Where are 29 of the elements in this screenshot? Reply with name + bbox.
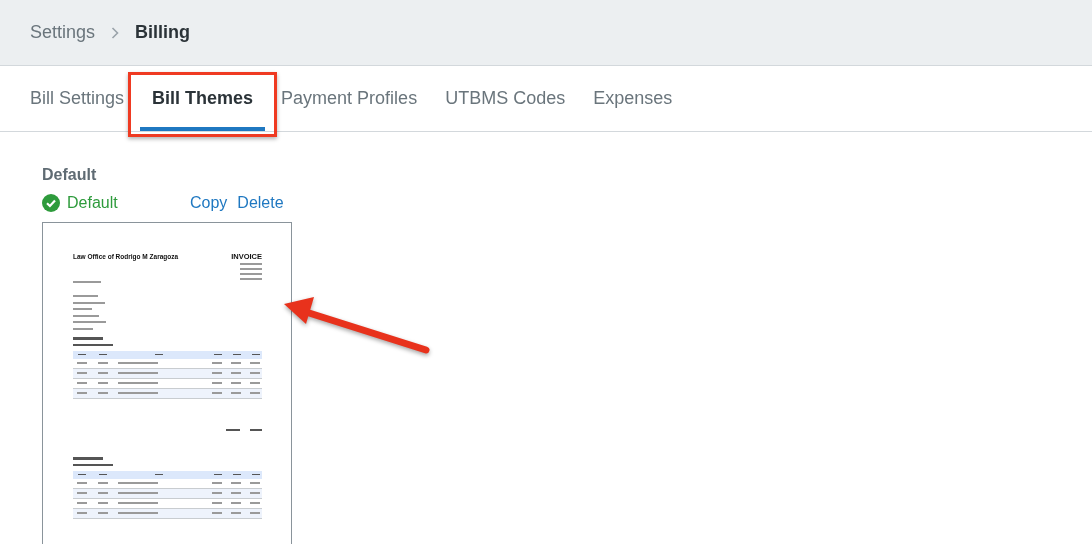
theme-name: Default xyxy=(42,166,98,185)
chevron-right-icon xyxy=(111,26,120,39)
text-line xyxy=(240,278,262,280)
default-status: Default xyxy=(67,194,118,212)
text-line xyxy=(73,327,93,330)
text-line xyxy=(73,308,92,310)
text-line xyxy=(240,263,262,265)
text-line xyxy=(73,301,105,304)
tab[interactable]: UTBMS Codes xyxy=(433,66,578,131)
text-line xyxy=(73,314,99,317)
action-link[interactable]: Copy xyxy=(190,194,228,212)
tab[interactable]: Bill Themes xyxy=(140,66,266,131)
text-line xyxy=(73,321,106,323)
page-title: Billing xyxy=(135,22,191,43)
tab[interactable]: Expenses xyxy=(581,66,685,131)
tab[interactable]: Payment Profiles xyxy=(269,66,430,131)
tab[interactable]: Bill Settings xyxy=(18,66,137,131)
action-link[interactable]: Delete xyxy=(237,194,284,212)
text-line xyxy=(73,463,113,466)
breadcrumb-link[interactable]: Settings xyxy=(30,22,96,43)
text-line xyxy=(73,343,113,346)
text-line xyxy=(250,428,262,431)
text-line xyxy=(226,428,240,431)
text-line xyxy=(73,281,101,283)
text-line xyxy=(240,268,262,270)
text-line xyxy=(73,295,98,297)
text-line xyxy=(73,336,103,340)
text-line xyxy=(73,456,103,460)
text-line xyxy=(240,273,262,275)
